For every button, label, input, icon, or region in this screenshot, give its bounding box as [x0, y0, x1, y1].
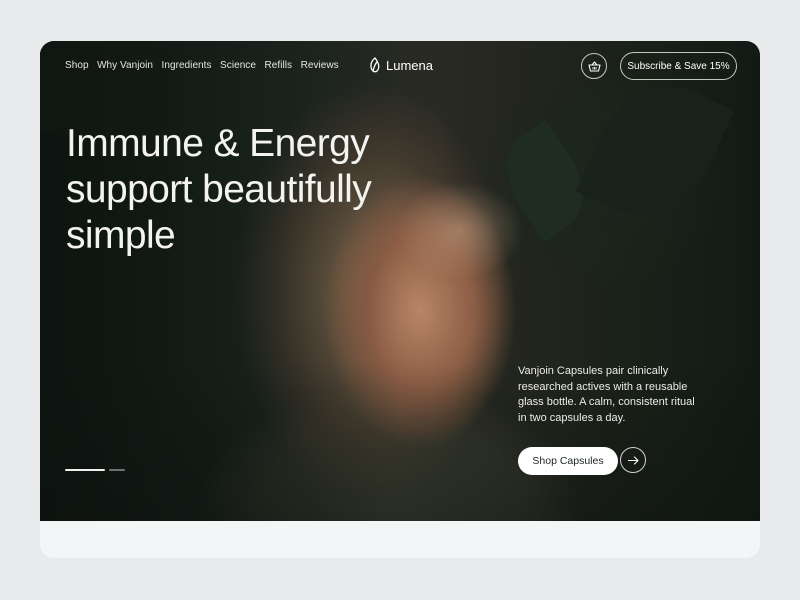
- subscribe-button[interactable]: Subscribe & Save 15%: [620, 52, 737, 80]
- leaf-decoration: [575, 64, 735, 238]
- main-nav: Shop Why Vanjoin Ingredients Science Ref…: [65, 60, 347, 72]
- arrow-right-icon: [627, 455, 639, 465]
- hero-headline-line: simple: [66, 214, 176, 257]
- brand-name: Lumena: [386, 57, 433, 73]
- nav-item-refills[interactable]: Refills: [264, 60, 292, 72]
- hero-headline-line: Immune & Energy: [66, 122, 370, 165]
- leaf-logo-icon: [370, 57, 380, 73]
- nav-item-ingredients[interactable]: Ingredients: [162, 60, 212, 72]
- slide-indicator[interactable]: [109, 469, 125, 471]
- brand-logo[interactable]: Lumena: [368, 57, 433, 73]
- basket-icon: [587, 60, 601, 72]
- nav-item-shop[interactable]: Shop: [65, 60, 89, 72]
- hero-image: Shop Why Vanjoin Ingredients Science Ref…: [40, 41, 760, 521]
- cart-button[interactable]: [581, 53, 607, 79]
- nav-item-science[interactable]: Science: [220, 60, 256, 72]
- next-arrow-button[interactable]: [620, 447, 646, 473]
- hero-headline-line: support beautifully: [66, 168, 372, 211]
- nav-item-reviews[interactable]: Reviews: [301, 60, 339, 72]
- hero-description: Vanjoin Capsules pair clinically researc…: [518, 365, 695, 424]
- hero-card: Shop Why Vanjoin Ingredients Science Ref…: [40, 41, 760, 558]
- nav-item-why-vanjoin[interactable]: Why Vanjoin: [97, 60, 153, 72]
- shop-capsules-button[interactable]: Shop Capsules: [518, 447, 618, 475]
- hero-headline: Immune & Energy support beautifully simp…: [66, 121, 426, 259]
- slide-indicator-active[interactable]: [65, 469, 105, 471]
